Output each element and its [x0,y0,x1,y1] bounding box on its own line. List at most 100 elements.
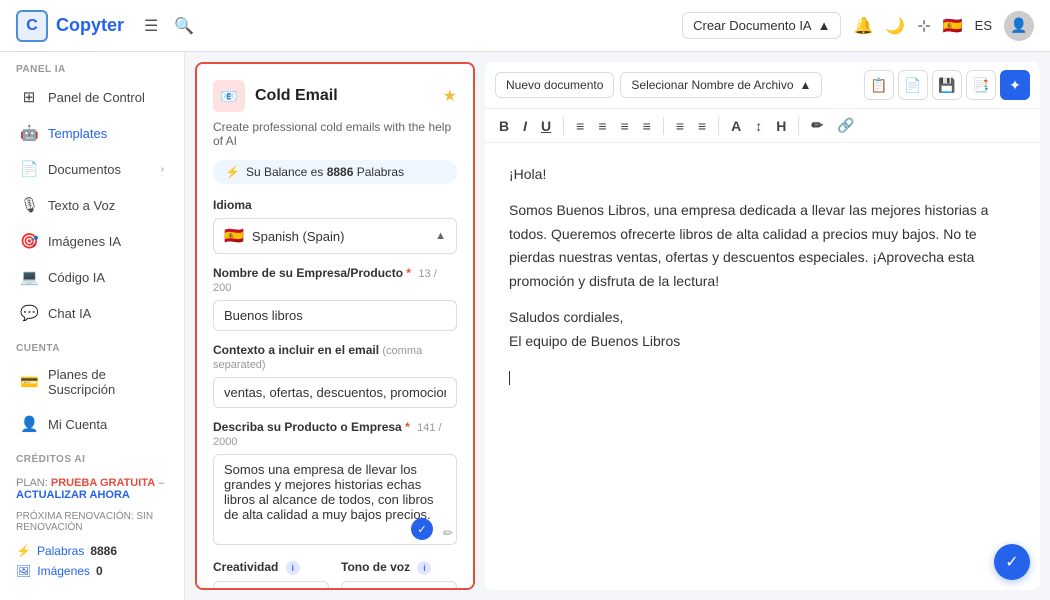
image-credits-icon: 🖼 [16,564,31,578]
link-button[interactable]: 🔗 [833,115,858,136]
content-area: 📧 Cold Email ★ Create professional cold … [185,52,1050,600]
dashboard-icon: ⊞ [20,88,38,106]
doc-name-field[interactable]: Nuevo documento [495,72,614,98]
bottom-check-button[interactable]: ✓ [994,544,1030,580]
search-icon[interactable]: 🔍 [174,16,194,36]
sidebar-item-label: Mi Cuenta [48,417,164,432]
chevron-up-icon: ▲ [818,18,831,33]
sidebar: PANEL IA ⊞ Panel de Control 🤖 Templates … [0,52,185,600]
user-avatar[interactable]: 👤 [1004,11,1034,41]
plan-info: PLAN: PRUEBA GRATUITA – ACTUALIZAR AHORA [0,469,184,509]
align-left-button[interactable]: ≡ [572,116,588,136]
editor-btn-3[interactable]: 💾 [932,70,962,100]
section-label-creditos: CRÉDITOS AI [0,442,184,469]
bolt-icon: ⚡ [225,165,240,179]
empresa-input[interactable] [213,300,457,331]
sidebar-item-chat-ia[interactable]: 💬 Chat IA [4,296,180,330]
sidebar-item-imagenes-ia[interactable]: 🎯 Imágenes IA [4,224,180,258]
editor-btn-4[interactable]: 📑 [966,70,996,100]
editor-panel: Nuevo documento Selecionar Nombre de Arc… [485,62,1040,590]
idioma-group: Idioma 🇪🇸 Spanish (Spain) ▲ [213,198,457,254]
required-indicator: * [405,420,410,434]
italic-button[interactable]: I [519,116,531,136]
select-archivo-dropdown[interactable]: Selecionar Nombre de Archivo ▲ [620,72,822,98]
creatividad-select[interactable]: Media ▲ [213,581,329,590]
editor-btn-2[interactable]: 📄 [898,70,928,100]
toolbar-separator-4 [798,117,799,135]
sidebar-item-label: Código IA [48,270,164,285]
expand-icon[interactable]: ⊹ [917,16,930,36]
code-icon: 💻 [20,268,38,286]
sidebar-item-label: Documentos [48,162,151,177]
plan-name[interactable]: PRUEBA GRATUITA [51,477,155,489]
contexto-input[interactable] [213,377,457,408]
chevron-up-icon: ▲ [434,588,446,590]
tono-info-icon[interactable]: i [417,561,431,575]
language-flag[interactable]: 🇪🇸 [943,16,963,36]
chevron-up-icon: ▲ [306,588,318,590]
cold-email-icon: 📧 [213,80,245,112]
sidebar-item-planes[interactable]: 💳 Planes de Suscripción [4,359,180,405]
panel-header: 📧 Cold Email ★ [213,80,457,112]
cold-email-panel: 📧 Cold Email ★ Create professional cold … [195,62,475,590]
line-height-button[interactable]: ↕ [751,116,766,136]
empresa-label: Nombre de su Empresa/Producto * 13 / 200 [213,266,457,294]
documents-icon: 📄 [20,160,38,178]
palabras-label: Palabras [37,544,84,558]
editor-top-bar: Nuevo documento Selecionar Nombre de Arc… [485,62,1040,109]
idioma-select[interactable]: 🇪🇸 Spanish (Spain) ▲ [213,218,457,254]
align-center-button[interactable]: ≡ [594,116,610,136]
sidebar-item-texto-voz[interactable]: 🎙 Texto a Voz [4,188,180,222]
chevron-up-icon: ▲ [435,230,446,242]
renovacion-info: PRÓXIMA RENOVACIÓN: SIN RENOVACIÓN [0,509,184,541]
editor-btn-5[interactable]: ✦ [1000,70,1030,100]
creatividad-value: Media [224,588,257,590]
sidebar-item-panel-control[interactable]: ⊞ Panel de Control [4,80,180,114]
underline-button[interactable]: U [537,116,555,136]
descripcion-group: Describa su Producto o Empresa * 141 / 2… [213,420,457,548]
creatividad-label: Creatividad i [213,560,329,575]
sidebar-item-codigo-ia[interactable]: 💻 Código IA [4,260,180,294]
pen-button[interactable]: ✏ [807,115,827,136]
contexto-group: Contexto a incluir en el email (comma se… [213,343,457,408]
align-justify-button[interactable]: ≡ [639,116,655,136]
credits-palabras: ⚡ Palabras 8886 [0,541,184,561]
favorite-star-icon[interactable]: ★ [443,86,457,106]
tono-value: Casual [352,588,389,590]
creatividad-info-icon[interactable]: i [286,561,300,575]
sidebar-item-label: Templates [48,126,164,141]
required-indicator: * [406,266,411,280]
chat-icon: 💬 [20,304,38,322]
sidebar-item-documentos[interactable]: 📄 Documentos › [4,152,180,186]
edit-icon[interactable]: ✏ [443,526,453,540]
align-right-button[interactable]: ≡ [616,116,632,136]
balance-text: Su Balance es 8886 Palabras [246,165,404,179]
font-color-button[interactable]: A [727,116,745,136]
check-icon[interactable]: ✓ [411,518,433,540]
editor-content[interactable]: ¡Hola! Somos Buenos Libros, una empresa … [485,143,1040,590]
crear-documento-button[interactable]: Crear Documento IA ▲ [682,12,841,39]
top-bar: C Copyter ☰ 🔍 Crear Documento IA ▲ 🔔 🌙 ⊹… [0,0,1050,52]
tono-label: Tono de voz i [341,560,457,575]
editor-toolbar: B I U ≡ ≡ ≡ ≡ ≡ ≡ A ↕ H ✏ [485,109,1040,143]
moon-icon[interactable]: 🌙 [885,16,905,36]
bell-icon[interactable]: 🔔 [853,16,873,36]
plan-label: PLAN: [16,477,48,489]
heading-button[interactable]: H [772,116,790,136]
credits-imagenes: 🖼 Imágenes 0 [0,561,184,581]
list-ordered-button[interactable]: ≡ [672,116,688,136]
contexto-label: Contexto a incluir en el email (comma se… [213,343,457,371]
menu-icon[interactable]: ☰ [144,16,158,36]
tono-select[interactable]: Casual ▲ [341,581,457,590]
imagenes-value: 0 [96,564,103,578]
sidebar-item-templates[interactable]: 🤖 Templates [4,116,180,150]
language-label: ES [975,18,992,33]
list-unordered-button[interactable]: ≡ [694,116,710,136]
sidebar-item-mi-cuenta[interactable]: 👤 Mi Cuenta [4,407,180,441]
plan-update-link[interactable]: ACTUALIZAR AHORA [16,489,130,501]
content-paragraph-3: Saludos cordiales, El equipo de Buenos L… [509,306,1016,354]
editor-btn-1[interactable]: 📋 [864,70,894,100]
editor-action-buttons: 📋 📄 💾 📑 ✦ [864,70,1030,100]
bold-button[interactable]: B [495,116,513,136]
section-label-cuenta: CUENTA [0,331,184,358]
